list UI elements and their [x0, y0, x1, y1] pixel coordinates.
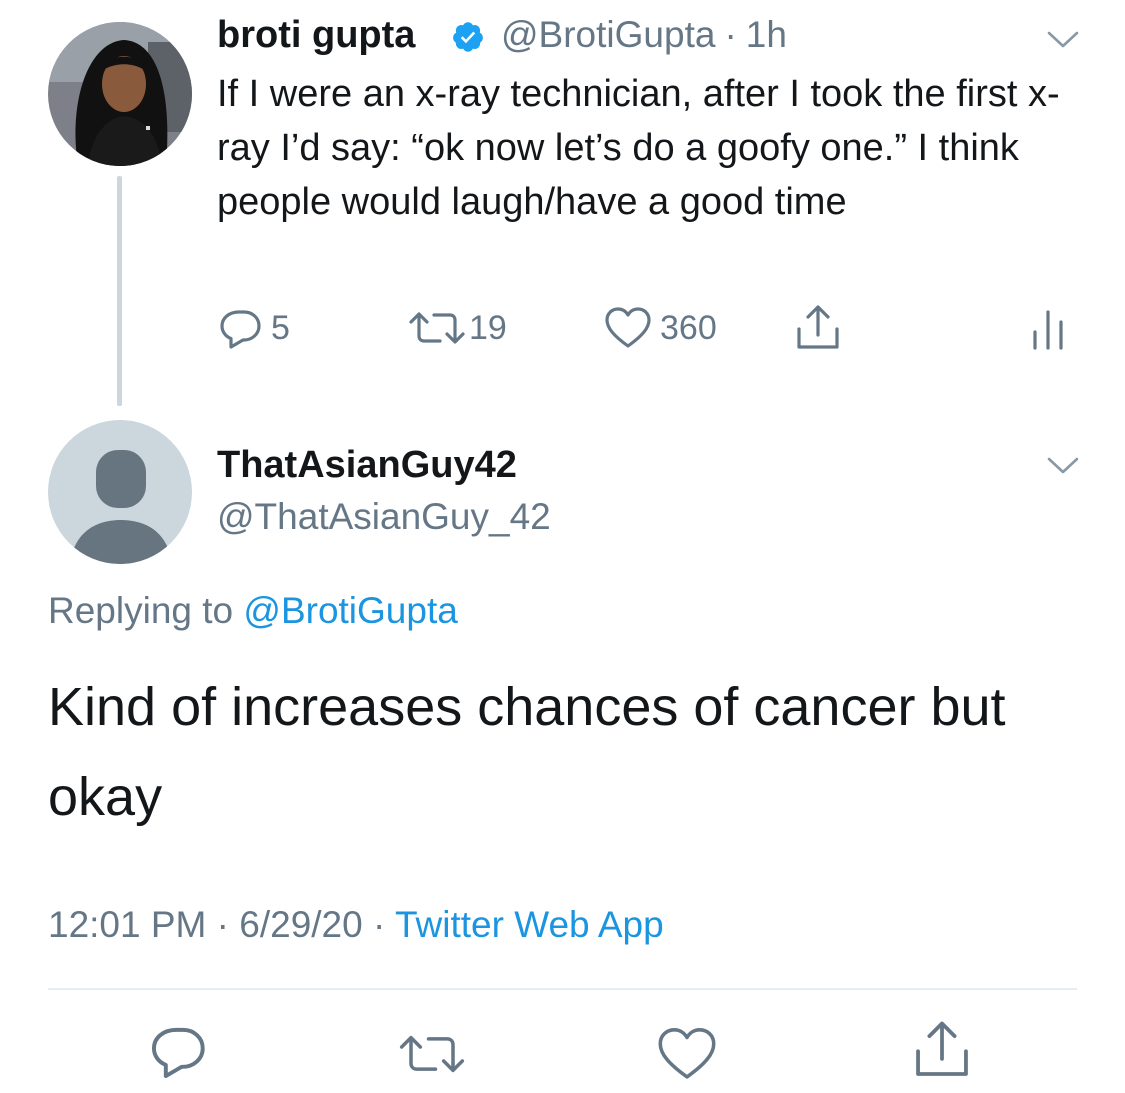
tweet-timestamp-line: 12:01 PM · 6/29/20 · Twitter Web App	[48, 904, 664, 946]
retweet-count: 19	[469, 308, 507, 347]
heart-icon	[605, 307, 651, 348]
meta-separator: ·	[373, 904, 386, 945]
verified-badge-icon	[453, 22, 483, 52]
tweet-source-link[interactable]: Twitter Web App	[395, 904, 664, 945]
retweet-action[interactable]: 19	[407, 306, 507, 350]
analytics-action[interactable]	[1030, 306, 1066, 350]
default-avatar-silhouette	[70, 450, 172, 564]
tweet-time[interactable]: 12:01 PM	[48, 904, 206, 945]
meta-separator: ·	[724, 14, 737, 55]
avatar-broti-gupta[interactable]	[48, 22, 192, 166]
original-tweet-text: If I were an x-ray technician, after I t…	[217, 73, 1060, 223]
chevron-down-icon[interactable]	[1046, 455, 1080, 477]
share-upload-icon[interactable]	[913, 1020, 971, 1080]
speech-bubble-icon	[220, 310, 261, 349]
reply-tweet-text: Kind of increases chances of cancer but …	[48, 677, 1006, 827]
like-action[interactable]: 360	[604, 306, 717, 350]
replying-to-link[interactable]: @BrotiGupta	[243, 590, 457, 631]
original-handle[interactable]: @BrotiGupta	[501, 14, 715, 55]
like-count: 360	[660, 308, 717, 347]
replying-prefix: Replying to	[48, 590, 234, 631]
analytics-bars-icon	[1033, 310, 1063, 350]
original-display-name[interactable]: broti gupta	[217, 14, 415, 57]
original-age[interactable]: 1h	[746, 14, 787, 55]
meta-separator: ·	[216, 904, 229, 945]
speech-bubble-icon[interactable]	[150, 1022, 208, 1080]
share-upload-icon	[797, 305, 839, 349]
reply-count: 5	[271, 308, 290, 347]
avatar-photo-image	[48, 22, 192, 166]
divider	[48, 988, 1077, 990]
avatar-default[interactable]	[48, 420, 192, 564]
chevron-down-icon[interactable]	[1046, 29, 1080, 51]
thread-connector-line	[117, 176, 122, 406]
reply-display-name[interactable]: ThatAsianGuy42	[217, 444, 517, 487]
original-meta: @BrotiGupta · 1h	[501, 14, 796, 56]
retweet-arrows-icon	[409, 312, 465, 344]
replying-to-line: Replying to @BrotiGupta	[48, 590, 458, 632]
share-action[interactable]	[795, 305, 841, 350]
reply-handle[interactable]: @ThatAsianGuy_42	[217, 496, 551, 538]
retweet-arrows-icon[interactable]	[397, 1028, 467, 1080]
tweet-date[interactable]: 6/29/20	[239, 904, 362, 945]
reply-action[interactable]: 5	[219, 306, 290, 350]
heart-icon[interactable]	[656, 1026, 718, 1082]
